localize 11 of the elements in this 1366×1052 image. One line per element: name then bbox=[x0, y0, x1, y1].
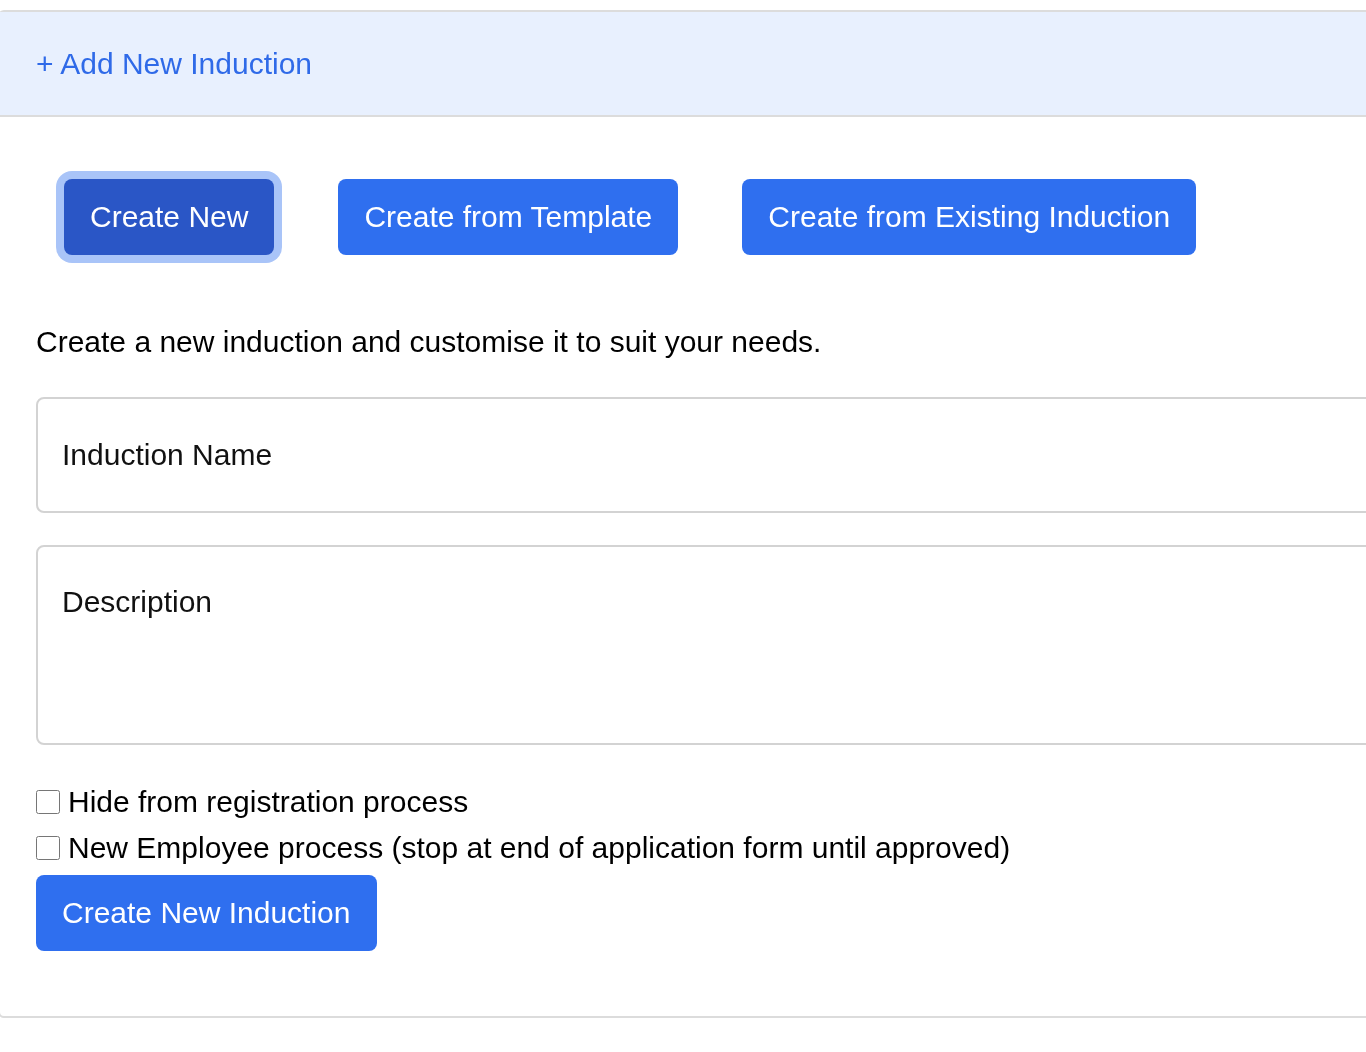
mode-button[interactable]: Create from Template bbox=[338, 179, 679, 255]
induction-name-field[interactable]: Induction Name bbox=[36, 397, 1366, 513]
checkbox[interactable] bbox=[36, 790, 60, 814]
add-induction-link[interactable]: + Add New Induction bbox=[36, 46, 313, 81]
checkbox-label: New Employee process (stop at end of application form until approved) bbox=[68, 831, 1011, 865]
checkbox-label: Hide from registration process bbox=[68, 785, 469, 819]
mode-button[interactable]: Create from Existing Induction bbox=[742, 179, 1197, 255]
description-field[interactable]: Description bbox=[36, 545, 1366, 745]
checkbox[interactable] bbox=[36, 836, 60, 860]
create-induction-button[interactable]: Create New Induction bbox=[36, 875, 377, 951]
intro-text: Create a new induction and customise it to suit your needs. bbox=[36, 325, 823, 359]
